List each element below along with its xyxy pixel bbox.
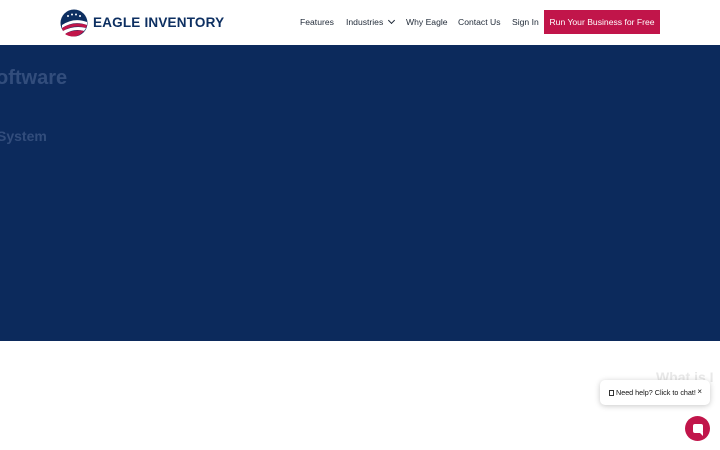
close-icon[interactable]: × xyxy=(697,388,702,396)
nav-why-eagle[interactable]: Why Eagle xyxy=(406,17,448,27)
eagle-flag-logo-icon xyxy=(60,9,88,36)
chat-prompt-bubble[interactable]: Need help? Click to chat! × xyxy=(600,380,710,405)
chevron-down-icon xyxy=(388,16,396,24)
chat-launcher-button[interactable] xyxy=(685,416,710,441)
nav-features[interactable]: Features xyxy=(300,17,334,27)
brand-name: EAGLE INVENTORY xyxy=(93,15,225,30)
nav-contact-us[interactable]: Contact Us xyxy=(458,17,501,27)
nav-industries[interactable]: Industries xyxy=(346,16,396,27)
nav-sign-in[interactable]: Sign In xyxy=(512,17,539,27)
brand-logo-link[interactable]: EAGLE INVENTORY xyxy=(60,8,224,37)
hero-section: oftware System xyxy=(0,45,720,341)
site-header: EAGLE INVENTORY Features Industries Why … xyxy=(0,0,720,45)
nav-industries-label: Industries xyxy=(346,17,384,27)
hero-subtitle: System xyxy=(0,128,47,144)
run-business-free-button[interactable]: Run Your Business for Free xyxy=(544,10,660,34)
hero-title: oftware xyxy=(0,67,68,89)
chat-prompt-text: Need help? Click to chat! xyxy=(616,388,696,397)
chat-bubble-icon xyxy=(609,389,614,396)
chat-icon xyxy=(692,424,703,436)
